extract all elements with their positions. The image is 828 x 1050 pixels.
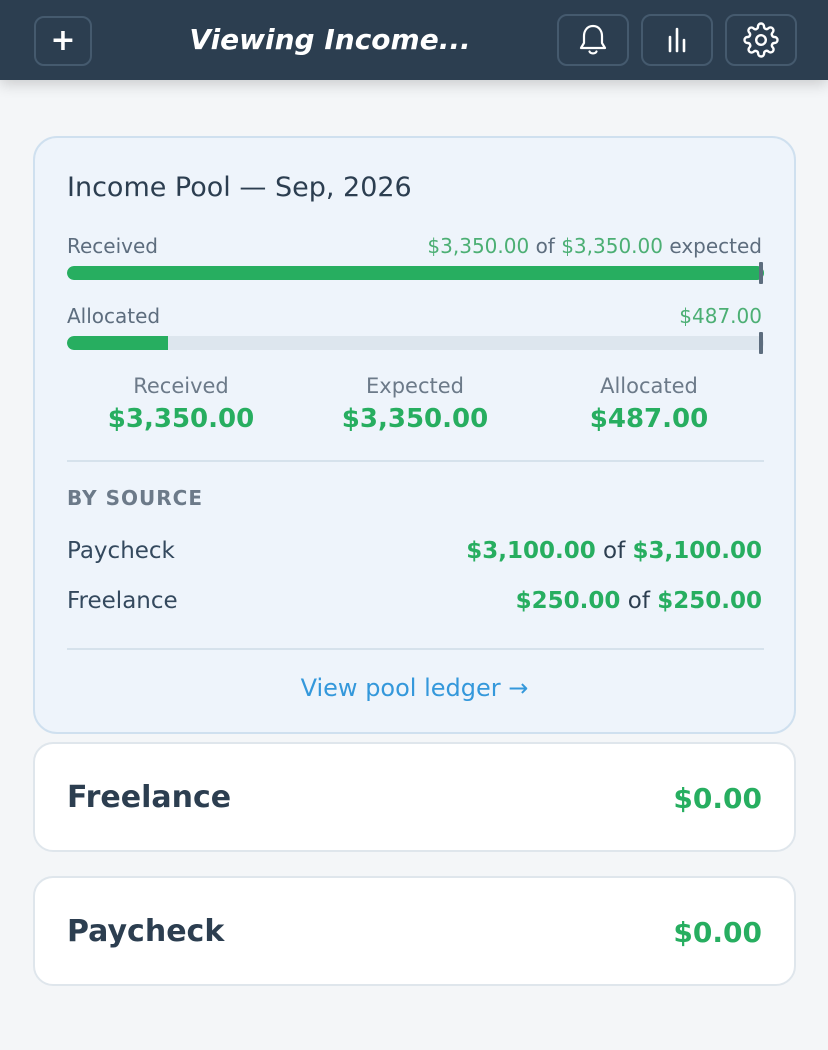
received-bar-summary: $3,350.00 of $3,350.00 expected [427,234,762,258]
allocated-bar-amount: $487.00 [679,304,762,328]
source-received: $3,100.00 [466,538,596,564]
source-expected: $3,100.00 [632,538,763,564]
allocated-target-marker [759,332,763,354]
bell-icon [579,24,607,55]
stat-label: Expected [366,374,464,398]
plus-icon: + [50,23,76,58]
source-amount-freelance: $250.00 of $250.00 [516,588,762,614]
received-bar-label: Received [67,234,158,258]
stat-value: $3,350.00 [107,404,255,434]
allocated-progress-fill [67,336,169,350]
source-received: $250.00 [515,588,621,614]
gear-icon [743,22,779,58]
source-name-paycheck: Paycheck [67,538,175,564]
stats-button[interactable] [641,14,713,66]
of-text: of [627,588,650,614]
source-name-freelance: Freelance [67,588,178,614]
category-name: Freelance [67,780,232,815]
category-card-paycheck[interactable]: Paycheck $0.00 [33,876,796,986]
top-bar: + Viewing Income... [0,0,828,80]
received-amount: $3,350.00 [427,234,530,258]
allocated-bar-label: Allocated [67,304,161,328]
category-amount: $0.00 [673,782,762,815]
expected-suffix: expected [669,234,762,258]
source-expected: $250.00 [657,588,762,614]
received-progress-fill [67,266,764,280]
stat-expected: Expected $3,350.00 [295,374,535,434]
source-amount-paycheck: $3,100.00 of $3,100.00 [466,538,762,564]
category-amount: $0.00 [673,916,762,949]
stat-received: Received $3,350.00 [61,374,301,434]
stat-allocated: Allocated $487.00 [529,374,769,434]
category-name: Paycheck [67,914,225,949]
view-pool-ledger-link[interactable]: View pool ledger → [35,674,794,702]
pool-title: Income Pool — Sep, 2026 [67,172,412,203]
by-source-heading: BY SOURCE [67,486,203,510]
income-pool-card: Income Pool — Sep, 2026 Received $3,350.… [33,136,796,734]
received-progress-bar [67,266,764,280]
allocated-progress-bar [67,336,764,350]
stat-value: $487.00 [589,404,709,434]
settings-button[interactable] [725,14,797,66]
of-text: of [535,234,555,258]
stat-value: $3,350.00 [341,404,489,434]
of-text: of [603,538,626,564]
notifications-button[interactable] [557,14,629,66]
received-target-marker [759,262,763,284]
category-card-freelance[interactable]: Freelance $0.00 [33,742,796,852]
expected-amount: $3,350.00 [561,234,663,258]
add-button[interactable]: + [34,16,92,66]
page-title: Viewing Income... [189,23,471,56]
bar-chart-icon [668,27,686,53]
divider [67,648,764,650]
divider [67,460,764,462]
stat-label: Allocated [600,374,698,398]
stat-label: Received [133,374,229,398]
